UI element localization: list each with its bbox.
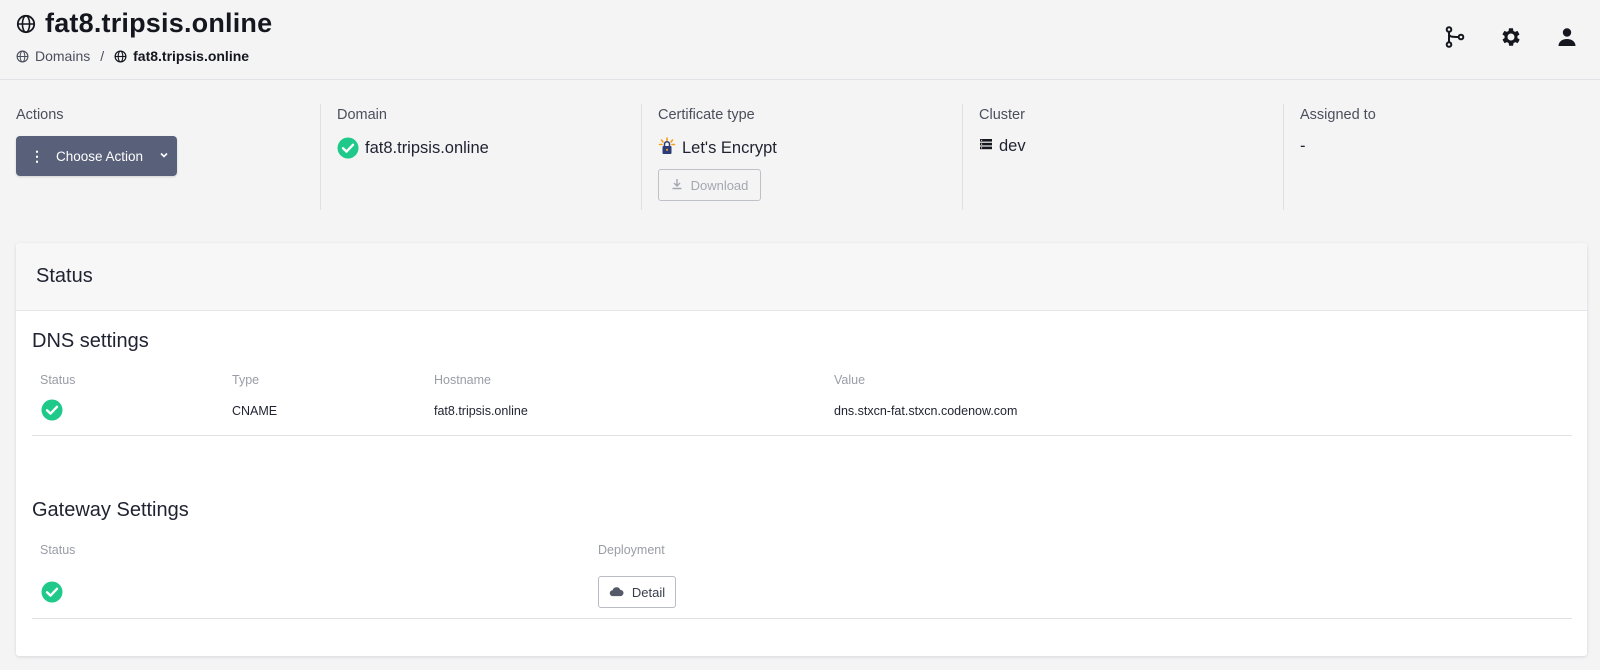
server-stack-icon bbox=[979, 137, 993, 156]
check-circle-icon bbox=[41, 581, 63, 603]
assigned-label: Assigned to bbox=[1300, 107, 1376, 123]
page-title-group: fat8.tripsis.online bbox=[16, 8, 272, 39]
actions-column: Actions ⋮ Choose Action bbox=[0, 104, 321, 210]
cluster-value-row: dev bbox=[979, 137, 1283, 156]
gateway-col-status: Status bbox=[40, 543, 76, 557]
assigned-value: - bbox=[1300, 137, 1306, 155]
dns-settings-table: Status Type Hostname Value CNAME fat8.tr… bbox=[32, 373, 1572, 445]
kebab-icon: ⋮ bbox=[30, 148, 44, 164]
breadcrumb-current: fat8.tripsis.online bbox=[114, 48, 249, 64]
dns-col-hostname: Hostname bbox=[434, 373, 491, 387]
breadcrumb-domains[interactable]: Domains bbox=[16, 48, 90, 64]
domain-label: Domain bbox=[337, 107, 387, 123]
lets-encrypt-icon bbox=[658, 137, 676, 160]
download-icon bbox=[671, 178, 683, 193]
chevron-down-icon bbox=[159, 150, 169, 163]
status-card-header: Status bbox=[16, 243, 1587, 311]
domain-value-row: fat8.tripsis.online bbox=[337, 137, 641, 159]
choose-action-label: Choose Action bbox=[56, 148, 144, 164]
status-card: Status DNS settings Status Type Hostname… bbox=[16, 243, 1587, 656]
page-title: fat8.tripsis.online bbox=[45, 8, 273, 38]
dns-col-status: Status bbox=[40, 373, 76, 387]
dns-col-value: Value bbox=[834, 373, 866, 387]
gear-icon[interactable] bbox=[1498, 24, 1524, 50]
cluster-value: dev bbox=[999, 137, 1026, 155]
gateway-col-deployment: Deployment bbox=[598, 543, 665, 557]
detail-label: Detail bbox=[631, 584, 666, 600]
breadcrumb: Domains / fat8.tripsis.online bbox=[16, 48, 249, 64]
domain-info-bar: Actions ⋮ Choose Action Domain fat8.trip… bbox=[0, 104, 1600, 210]
cluster-column: Cluster dev bbox=[963, 104, 1284, 210]
domain-column: Domain fat8.tripsis.online bbox=[321, 104, 642, 210]
certificate-value: Let's Encrypt bbox=[682, 139, 777, 157]
globe-icon bbox=[114, 50, 127, 63]
row-divider bbox=[32, 618, 1572, 619]
dns-type-cell: CNAME bbox=[232, 404, 278, 418]
certificate-label: Certificate type bbox=[658, 107, 755, 123]
check-circle-icon bbox=[337, 137, 359, 159]
dns-col-type: Type bbox=[232, 373, 260, 387]
detail-button[interactable]: Detail bbox=[598, 576, 676, 608]
assigned-column: Assigned to - bbox=[1284, 104, 1600, 210]
cloud-icon bbox=[609, 585, 624, 600]
breadcrumb-label: Domains bbox=[35, 48, 91, 64]
actions-label: Actions bbox=[16, 107, 64, 123]
download-label: Download bbox=[690, 177, 749, 193]
globe-icon bbox=[16, 50, 29, 63]
gateway-settings-title: Gateway Settings bbox=[32, 499, 189, 521]
certificate-value-row: Let's Encrypt bbox=[658, 137, 962, 160]
header-actions bbox=[1442, 24, 1580, 50]
download-button[interactable]: Download bbox=[658, 169, 761, 201]
breadcrumb-separator: / bbox=[100, 48, 105, 64]
dns-settings-title: DNS settings bbox=[32, 330, 149, 352]
dns-hostname-cell: fat8.tripsis.online bbox=[434, 404, 528, 418]
dns-value-cell: dns.stxcn-fat.stxcn.codenow.com bbox=[834, 404, 1018, 418]
row-divider bbox=[32, 435, 1572, 436]
user-icon[interactable] bbox=[1554, 24, 1580, 50]
assigned-value-row: - bbox=[1300, 137, 1600, 156]
breadcrumb-current-label: fat8.tripsis.online bbox=[133, 48, 250, 64]
certificate-column: Certificate type Let's Encrypt Download bbox=[642, 104, 963, 210]
choose-action-button[interactable]: ⋮ Choose Action bbox=[16, 136, 177, 176]
git-branch-icon[interactable] bbox=[1442, 24, 1468, 50]
gateway-settings-table: Status Deployment Detail bbox=[32, 543, 1572, 623]
domain-value: fat8.tripsis.online bbox=[365, 138, 489, 157]
check-circle-icon bbox=[41, 399, 63, 421]
globe-icon bbox=[16, 14, 36, 34]
cluster-label: Cluster bbox=[979, 107, 1025, 123]
page-header: fat8.tripsis.online Domains / fat8.trips… bbox=[0, 0, 1600, 80]
status-card-title: Status bbox=[36, 265, 93, 287]
